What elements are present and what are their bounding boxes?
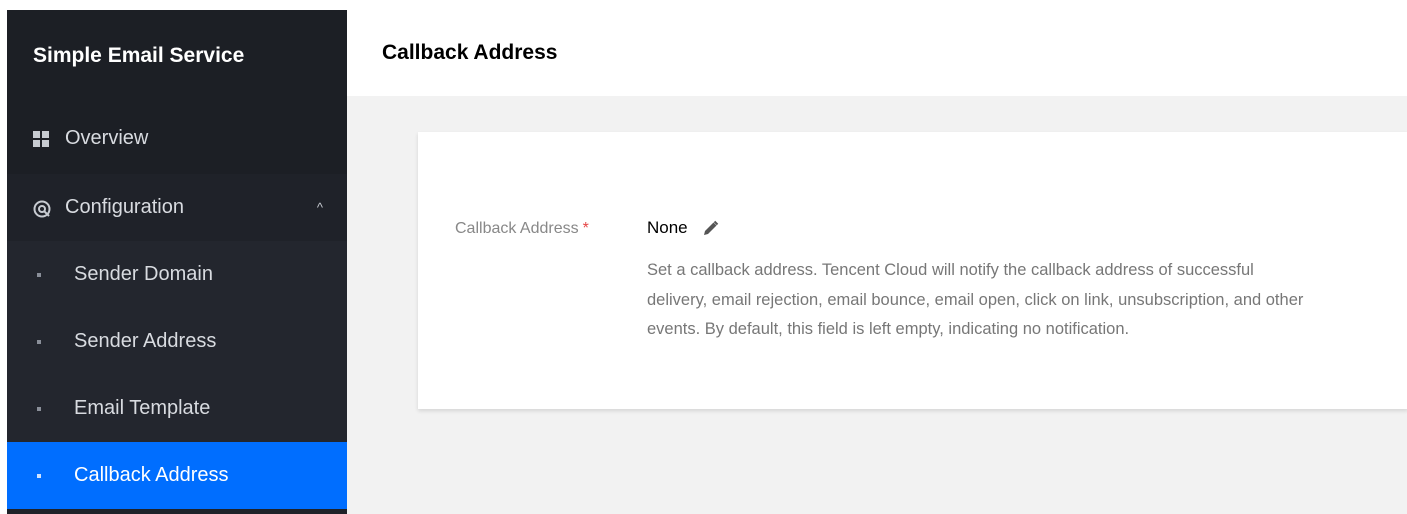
main-content: Callback Address * None Set a callback ad… [347,96,1407,514]
sidebar-item-label: Overview [65,126,149,149]
bullet-icon [37,473,41,478]
sidebar: Simple Email Service Overview Configurat… [7,10,347,514]
pencil-icon[interactable] [702,220,719,237]
page-header: Callback Address [347,10,1407,96]
settings-circle-icon [33,200,51,217]
grid-icon [33,130,49,147]
sidebar-item-email-template[interactable]: Email Template [7,375,347,442]
sidebar-item-overview[interactable]: Overview [7,102,347,174]
page-title: Callback Address [382,41,558,64]
sidebar-item-sender-domain[interactable]: Sender Domain [7,241,347,308]
callback-card: Callback Address * None Set a callback ad… [418,132,1407,409]
sidebar-item-callback-address[interactable]: Callback Address [7,442,347,509]
callback-address-label: Callback Address * [455,220,589,238]
bullet-icon [37,406,41,411]
sidebar-item-label: Sender Domain [74,263,213,285]
sidebar-item-label: Email Template [74,397,211,419]
sidebar-item-label: Configuration [65,196,184,218]
callback-value-text: None [647,218,688,237]
bullet-icon [37,339,41,344]
field-label-text: Callback Address [455,220,579,237]
bullet-icon [37,272,41,277]
callback-description: Set a callback address. Tencent Cloud wi… [647,261,1304,338]
sidebar-title: Simple Email Service [7,10,347,102]
sidebar-item-label: Callback Address [74,464,229,486]
callback-address-value: None [647,218,719,238]
sidebar-item-label: Sender Address [74,330,217,352]
required-mark: * [582,220,589,237]
sidebar-item-configuration[interactable]: Configuration ^ [7,174,347,241]
chevron-up-icon[interactable]: ^ [317,199,323,214]
sidebar-item-sender-address[interactable]: Sender Address [7,308,347,375]
